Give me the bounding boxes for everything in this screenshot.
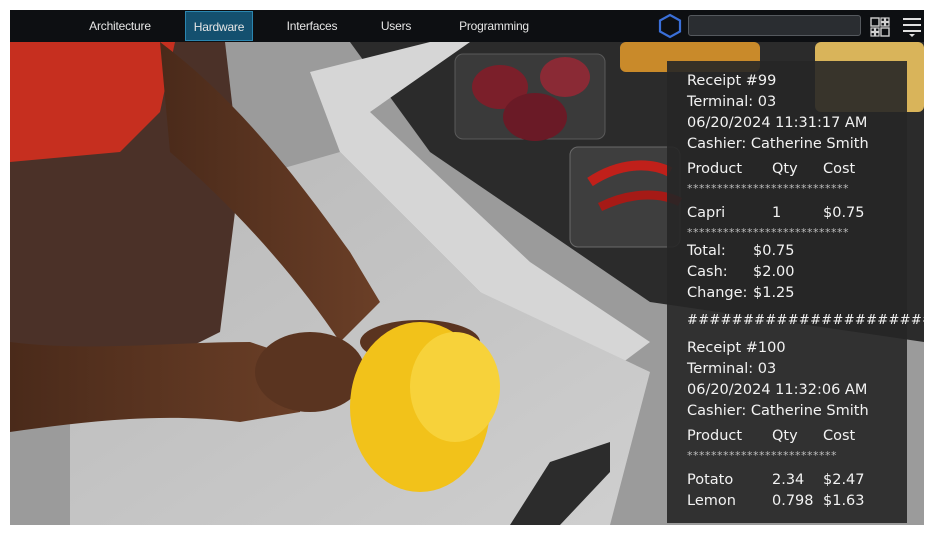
receipt-item-row: Capri 1 $0.75 bbox=[667, 203, 907, 223]
grid-view-icon[interactable] bbox=[870, 17, 890, 37]
receipt-item-row: Potato 2.34 $2.47 bbox=[667, 470, 907, 490]
change-value: $1.25 bbox=[753, 285, 795, 301]
item-product: Capri bbox=[687, 205, 726, 221]
receipt-columns-header: Product Qty Cost bbox=[667, 426, 907, 446]
hexagon-logo-icon[interactable] bbox=[657, 13, 683, 39]
receipt-total-row: Total: $0.75 bbox=[667, 241, 907, 261]
receipt-divider: ######################## bbox=[687, 313, 924, 328]
item-cost: $2.47 bbox=[823, 472, 865, 488]
nav-tab-users[interactable]: Users bbox=[370, 11, 422, 41]
nav-tab-hardware[interactable]: Hardware bbox=[185, 11, 253, 41]
receipt-datetime: 06/20/2024 11:32:06 AM bbox=[687, 382, 868, 398]
receipt-change-row: Change: $1.25 bbox=[667, 283, 907, 303]
search-input[interactable] bbox=[688, 15, 861, 36]
column-product: Product bbox=[687, 428, 743, 444]
receipt-panel: Receipt #99 Terminal: 03 06/20/2024 11:3… bbox=[667, 61, 924, 523]
receipt-header: Receipt #100 bbox=[687, 340, 786, 356]
item-qty: 0.798 bbox=[772, 493, 814, 509]
cash-label: Cash: bbox=[687, 264, 728, 280]
receipt-terminal: Terminal: 03 bbox=[687, 94, 777, 110]
item-qty: 1 bbox=[772, 205, 782, 221]
receipt-cashier: Cashier: Catherine Smith bbox=[687, 136, 869, 152]
column-cost: Cost bbox=[823, 428, 856, 444]
item-product: Lemon bbox=[687, 493, 736, 509]
receipt-columns-header: Product Qty Cost bbox=[667, 159, 907, 179]
receipt-terminal: Terminal: 03 bbox=[687, 361, 777, 377]
column-qty: Qty bbox=[772, 428, 798, 444]
receipt-cashier: Cashier: Catherine Smith bbox=[687, 403, 869, 419]
item-qty: 2.34 bbox=[772, 472, 805, 488]
cash-value: $2.00 bbox=[753, 264, 795, 280]
menu-icon[interactable] bbox=[902, 16, 922, 38]
receipt-item-row: Lemon 0.798 $1.63 bbox=[667, 491, 907, 511]
column-product: Product bbox=[687, 161, 743, 177]
change-label: Change: bbox=[687, 285, 748, 301]
total-value: $0.75 bbox=[753, 243, 795, 259]
column-cost: Cost bbox=[823, 161, 856, 177]
item-cost: $1.63 bbox=[823, 493, 865, 509]
top-navigation-bar: Architecture Hardware Interfaces Users P… bbox=[10, 10, 924, 42]
receipt-cash-row: Cash: $2.00 bbox=[667, 262, 907, 282]
nav-tab-interfaces[interactable]: Interfaces bbox=[272, 11, 352, 41]
receipt-separator: *************************** bbox=[687, 226, 849, 239]
nav-tab-architecture[interactable]: Architecture bbox=[74, 11, 166, 41]
receipt-datetime: 06/20/2024 11:31:17 AM bbox=[687, 115, 868, 131]
nav-tab-programming[interactable]: Programming bbox=[444, 11, 544, 41]
app-frame: Architecture Hardware Interfaces Users P… bbox=[10, 10, 924, 525]
item-cost: $0.75 bbox=[823, 205, 865, 221]
receipt-header: Receipt #99 bbox=[687, 73, 777, 89]
receipt-separator: ************************* bbox=[687, 449, 837, 462]
total-label: Total: bbox=[687, 243, 726, 259]
column-qty: Qty bbox=[772, 161, 798, 177]
item-product: Potato bbox=[687, 472, 734, 488]
receipt-separator: *************************** bbox=[687, 182, 849, 195]
